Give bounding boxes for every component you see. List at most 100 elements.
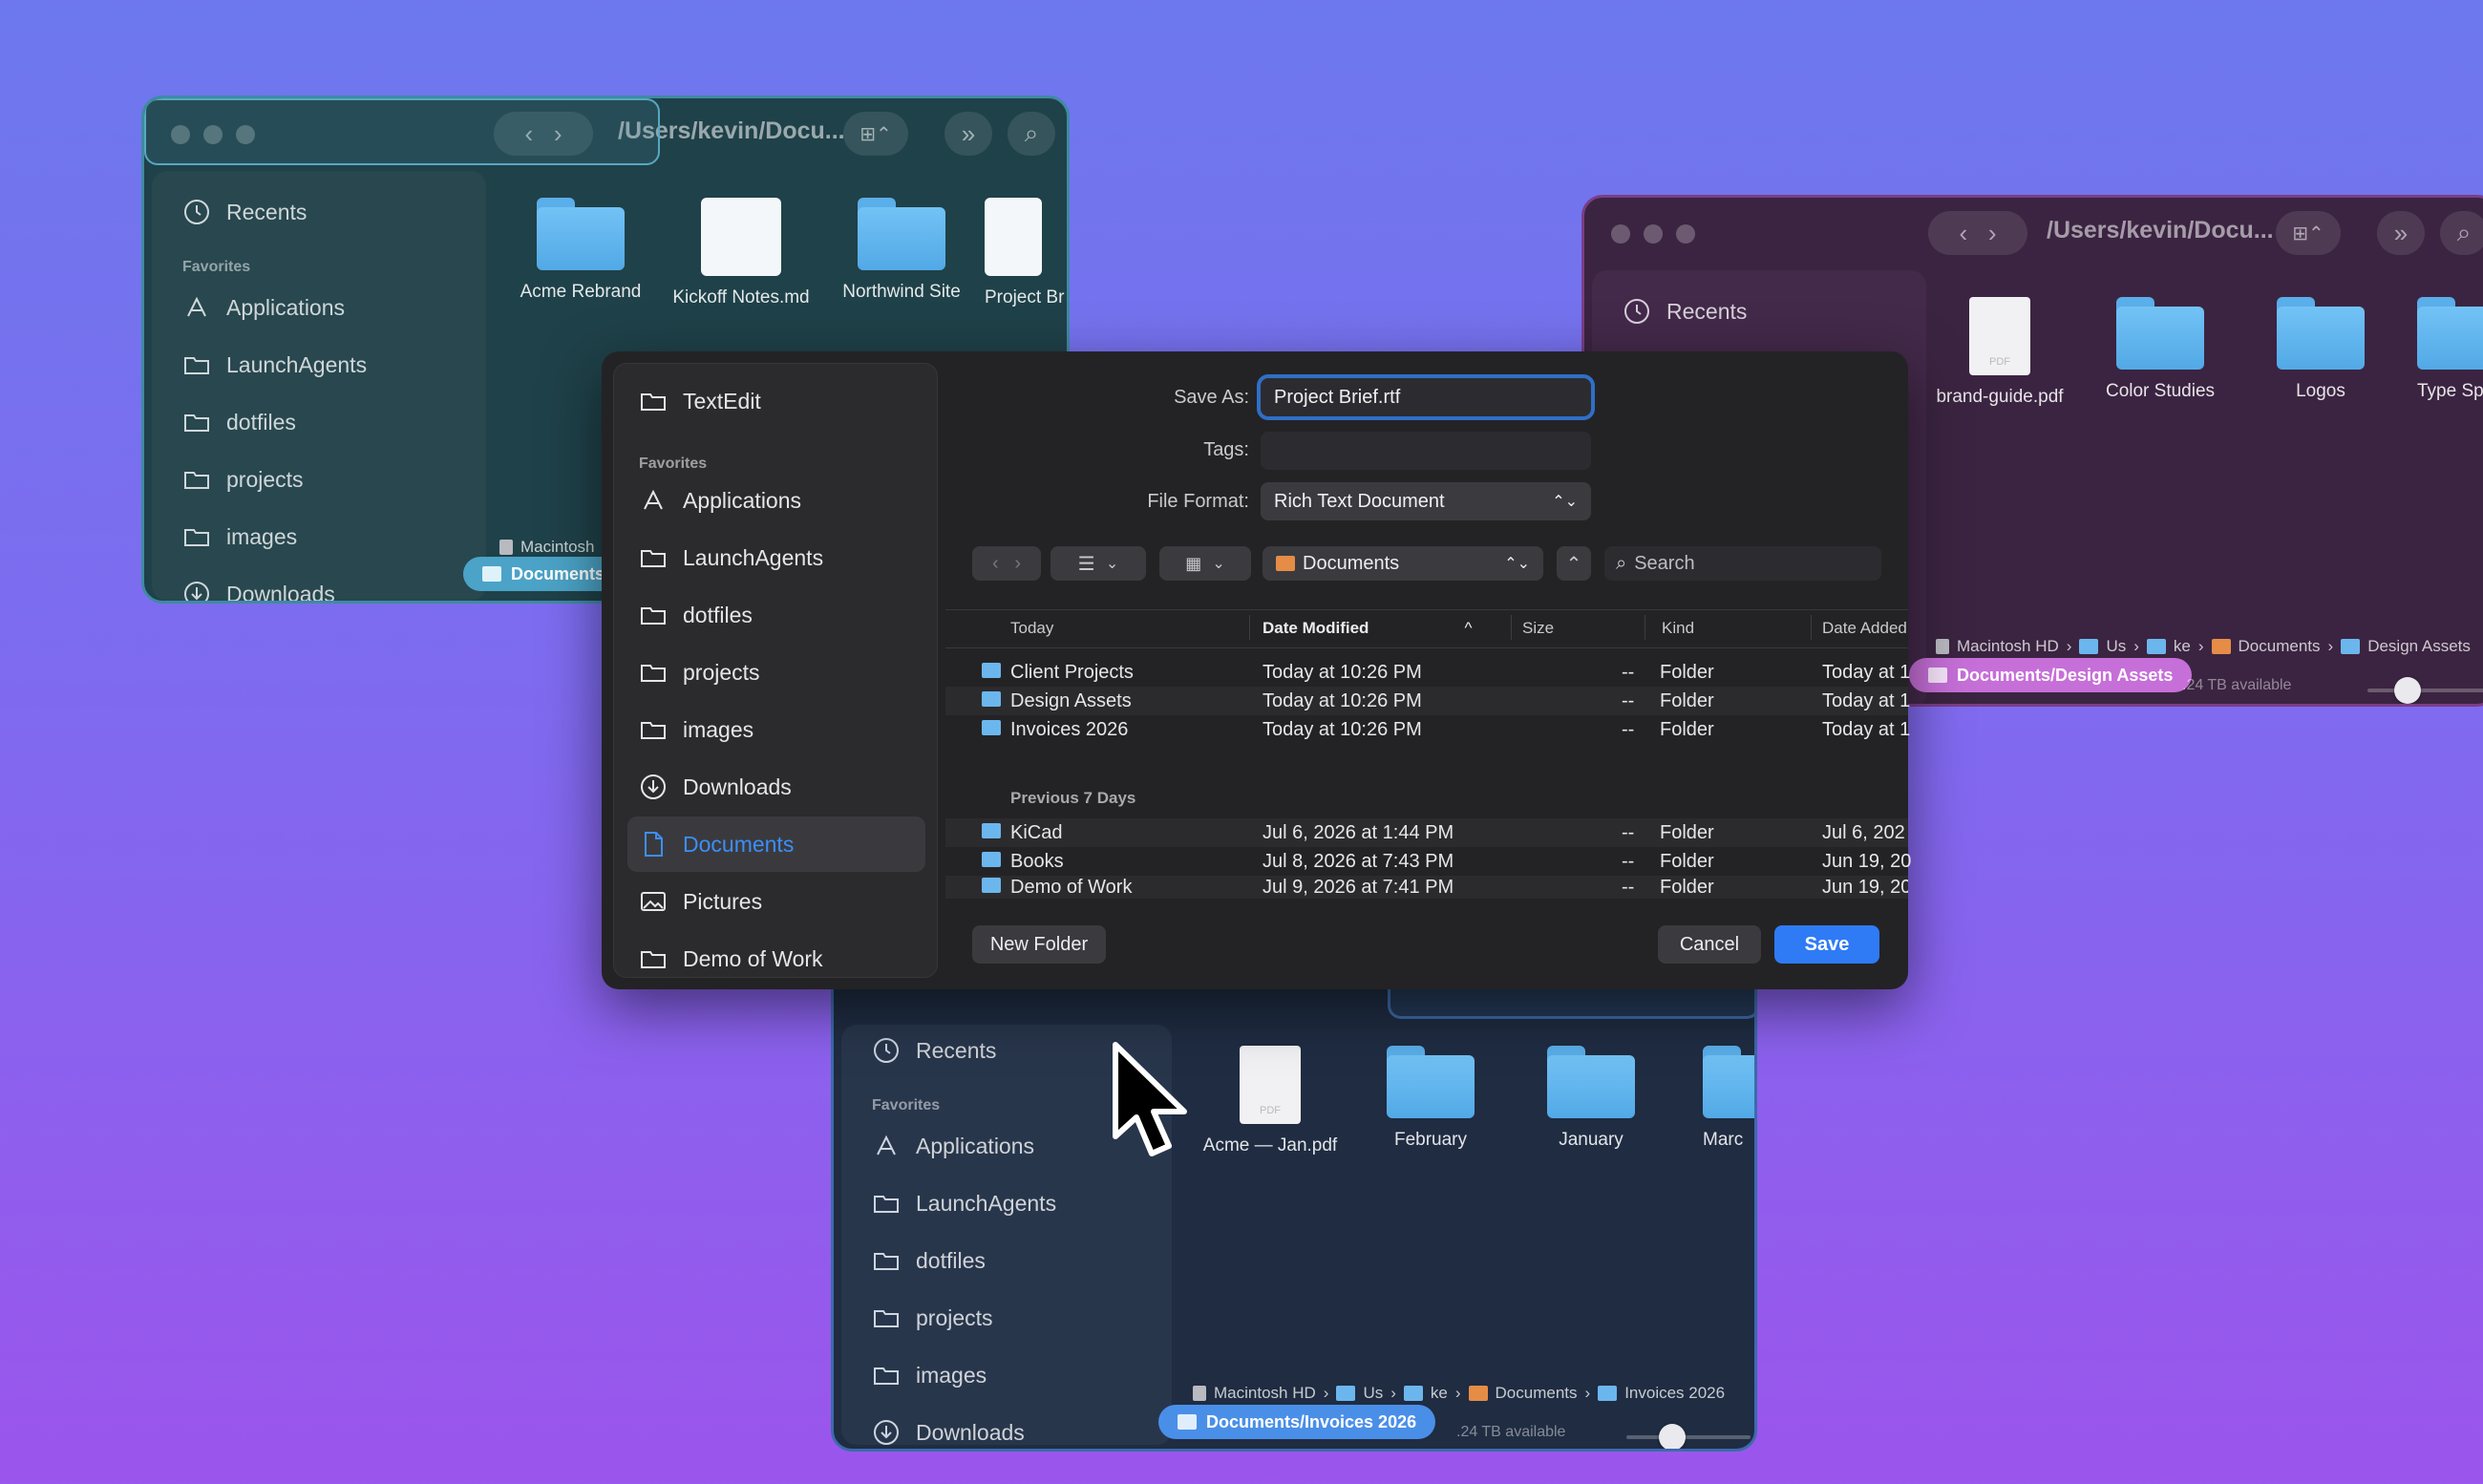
- sidebar-item-applications[interactable]: Applications: [182, 293, 345, 322]
- search-icon[interactable]: ⌕: [2440, 211, 2483, 255]
- path-segment[interactable]: Macintosh HD: [1214, 1384, 1316, 1403]
- list-view-button[interactable]: ☰ ⌄: [1050, 546, 1146, 581]
- zoom-icon[interactable]: [1676, 224, 1695, 244]
- item-label: Northwind Site: [842, 282, 961, 302]
- icon-size-slider[interactable]: [2367, 677, 2483, 704]
- collapse-button[interactable]: ⌃: [1557, 546, 1591, 581]
- tags-field[interactable]: [1261, 432, 1591, 470]
- grid-item-document[interactable]: Project Br: [975, 198, 1067, 308]
- grid-item-folder[interactable]: February: [1349, 1046, 1512, 1151]
- row-kind: Folder: [1660, 821, 1714, 843]
- traffic-lights[interactable]: [1611, 224, 1695, 244]
- path-segment[interactable]: Invoices 2026: [1624, 1384, 1725, 1403]
- sidebar-item-launchagents[interactable]: LaunchAgents: [639, 543, 823, 572]
- sidebar-item-pictures[interactable]: Pictures: [639, 887, 762, 916]
- titlebar[interactable]: ‹ › /Users/kevin/Docu... ⊞⌃ » ⌕: [1584, 198, 2483, 268]
- minimize-icon[interactable]: [1644, 224, 1663, 244]
- path-segment[interactable]: Macintosh: [520, 538, 594, 557]
- column-header-name[interactable]: Today: [1010, 619, 1053, 638]
- sidebar-item-demo-of-work[interactable]: Demo of Work: [639, 944, 823, 973]
- column-header-date-modified[interactable]: Date Modified ^: [1263, 619, 1472, 638]
- path-segment[interactable]: Macintosh HD: [1957, 637, 2059, 656]
- icon-size-slider[interactable]: [1626, 1424, 1751, 1449]
- sidebar-item-downloads[interactable]: Downloads: [872, 1418, 1025, 1447]
- sidebar-item-projects[interactable]: projects: [639, 658, 760, 687]
- slider-knob[interactable]: [1659, 1424, 1686, 1449]
- finder-window-blue[interactable]: Recents Favorites Applications LaunchAge…: [831, 936, 1757, 1452]
- sidebar-item-downloads[interactable]: Downloads: [182, 580, 335, 601]
- new-folder-button[interactable]: New Folder: [972, 925, 1106, 964]
- path-segment[interactable]: Us: [2106, 637, 2126, 656]
- sidebar-item-projects[interactable]: projects: [872, 1304, 993, 1332]
- location-select[interactable]: Documents ⌃⌄: [1263, 546, 1543, 581]
- grid-item-folder[interactable]: Logos: [2239, 297, 2402, 402]
- path-segment[interactable]: Us: [1363, 1384, 1383, 1403]
- folder-icon: [1403, 1386, 1423, 1401]
- sidebar-item-images[interactable]: images: [182, 522, 297, 551]
- item-label: Acme — Jan.pdf: [1202, 1135, 1338, 1155]
- sidebar-item-dotfiles[interactable]: dotfiles: [872, 1246, 986, 1275]
- path-pill[interactable]: Documents/Invoices 2026: [1158, 1405, 1436, 1439]
- column-header-size[interactable]: Size: [1522, 619, 1554, 638]
- more-icon[interactable]: »: [944, 112, 992, 156]
- table-row[interactable]: Demo of Work Jul 9, 2026 at 7:41 PM -- F…: [945, 876, 1908, 899]
- chevron-right-icon[interactable]: ›: [1988, 219, 1997, 248]
- path-segment[interactable]: Documents: [2239, 637, 2321, 656]
- sidebar-item-dotfiles[interactable]: dotfiles: [182, 408, 296, 436]
- table-row[interactable]: KiCad Jul 6, 2026 at 1:44 PM -- Folder J…: [945, 818, 1908, 847]
- grid-item-folder[interactable]: Northwind Site: [820, 198, 983, 303]
- view-options-button[interactable]: ⊞⌃: [2276, 211, 2341, 255]
- grid-item-folder[interactable]: Marc: [1703, 1046, 1754, 1151]
- grid-item-folder[interactable]: Color Studies: [2079, 297, 2241, 402]
- search-icon[interactable]: ⌕: [1008, 112, 1055, 156]
- document-icon: [701, 198, 781, 276]
- sidebar-item-launchagents[interactable]: LaunchAgents: [872, 1189, 1056, 1218]
- sidebar-item-launchagents[interactable]: LaunchAgents: [182, 350, 367, 379]
- file-format-select[interactable]: Rich Text Document ⌃⌄: [1261, 482, 1591, 520]
- sidebar-item-recents[interactable]: Recents: [872, 1036, 996, 1065]
- sidebar-item-applications[interactable]: Applications: [639, 486, 801, 515]
- save-button[interactable]: Save: [1774, 925, 1879, 964]
- sidebar-item-downloads[interactable]: Downloads: [639, 773, 792, 801]
- grid-item-pdf[interactable]: PDF Acme — Jan.pdf: [1189, 1046, 1351, 1156]
- view-options-button[interactable]: ⊞⌃: [843, 112, 908, 156]
- sidebar-item-recents[interactable]: Recents: [182, 198, 307, 226]
- search-field[interactable]: ⌕ Search: [1604, 546, 1881, 581]
- grid-item-document[interactable]: Kickoff Notes.md: [660, 198, 822, 308]
- sidebar-item-documents[interactable]: Documents: [639, 830, 794, 859]
- sidebar-item-applications[interactable]: Applications: [872, 1132, 1034, 1160]
- column-header-date-added[interactable]: Date Added: [1822, 619, 1907, 638]
- path-segment[interactable]: Documents: [1496, 1384, 1578, 1403]
- chevron-left-icon[interactable]: ‹: [1959, 219, 1967, 248]
- back-forward-buttons[interactable]: ‹ ›: [1928, 211, 2027, 255]
- path-segment[interactable]: Design Assets: [2367, 637, 2471, 656]
- sidebar-item-images[interactable]: images: [639, 715, 753, 744]
- save-as-field[interactable]: Project Brief.rtf: [1257, 374, 1595, 420]
- path-pill[interactable]: Documents/Design Assets: [1909, 658, 2193, 692]
- path-segment[interactable]: ke: [1431, 1384, 1448, 1403]
- column-header-kind[interactable]: Kind: [1662, 619, 1694, 638]
- sidebar-item-dotfiles[interactable]: dotfiles: [639, 601, 753, 629]
- table-row[interactable]: Client Projects Today at 10:26 PM -- Fol…: [945, 658, 1910, 687]
- path-segment[interactable]: ke: [2174, 637, 2191, 656]
- grid-item-folder[interactable]: Acme Rebrand: [499, 198, 662, 303]
- grid-item-folder[interactable]: January: [1510, 1046, 1672, 1151]
- sidebar-item-projects[interactable]: projects: [182, 465, 304, 494]
- group-heading: Previous 7 Days: [1010, 789, 1136, 807]
- sidebar-item-recents[interactable]: Recents: [1623, 297, 1747, 326]
- slider-knob[interactable]: [2394, 677, 2421, 704]
- table-row[interactable]: Invoices 2026 Today at 10:26 PM -- Folde…: [945, 715, 1910, 744]
- back-forward-buttons[interactable]: ‹ ›: [972, 546, 1041, 581]
- sidebar-item-label: Recents: [1666, 298, 1748, 324]
- folder-icon: [2116, 297, 2204, 370]
- sidebar-item-textedit[interactable]: TextEdit: [639, 387, 761, 415]
- grid-item-folder[interactable]: Type Sp: [2417, 297, 2483, 402]
- table-row[interactable]: Books Jul 8, 2026 at 7:43 PM -- Folder J…: [945, 847, 1911, 876]
- grid-view-button[interactable]: ▦ ⌄: [1159, 546, 1251, 581]
- close-icon[interactable]: [1611, 224, 1630, 244]
- cancel-button[interactable]: Cancel: [1658, 925, 1761, 964]
- more-icon[interactable]: »: [2377, 211, 2425, 255]
- table-row[interactable]: Design Assets Today at 10:26 PM -- Folde…: [945, 687, 1910, 715]
- sidebar-item-images[interactable]: images: [872, 1361, 987, 1389]
- grid-item-pdf[interactable]: PDF brand-guide.pdf: [1919, 297, 2081, 408]
